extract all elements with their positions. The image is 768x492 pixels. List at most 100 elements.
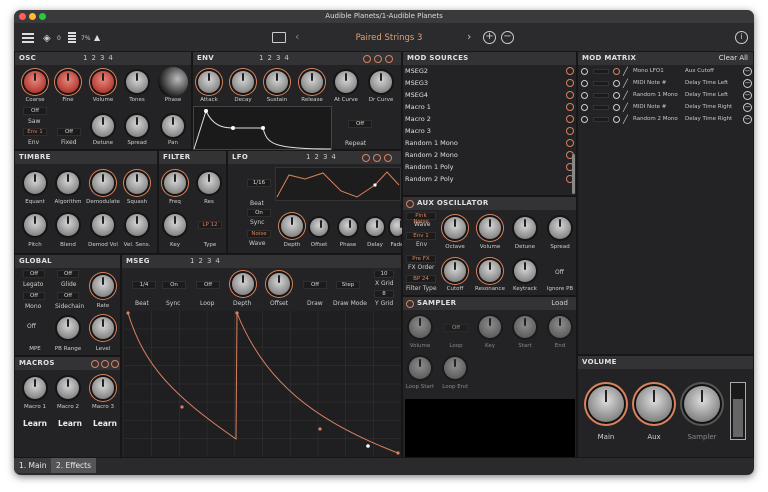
envelope-graph[interactable] [193,106,332,150]
zoom-window-button[interactable] [39,13,46,20]
mod-sources-scrollbar[interactable] [572,154,575,194]
draw-toggle[interactable]: Off [303,281,327,289]
tab-effects[interactable]: 2. Effects [51,458,97,473]
remove-icon[interactable]: − [743,67,752,76]
mseg-tabs[interactable]: 1234 [190,255,224,268]
ignore-pb-value[interactable]: Off [555,269,564,276]
remove-icon[interactable]: − [743,79,752,88]
detune-knob[interactable] [92,115,114,137]
env-tabs[interactable]: 1234 [259,52,293,65]
env-select[interactable]: Env 1 [23,128,47,136]
mod-source-drag-icon[interactable] [566,91,574,99]
amount-slider[interactable] [593,93,609,98]
lfo-slot-icon[interactable] [373,154,381,162]
amount-slider[interactable] [593,69,609,74]
sidechain-toggle[interactable]: Off [57,292,79,300]
add-preset-icon[interactable]: + [483,31,496,44]
list-item[interactable]: Random 1 Poly [405,163,454,171]
blend-knob[interactable] [57,214,79,236]
pb-range-knob[interactable] [57,317,79,339]
mseg-sync-toggle[interactable]: On [162,281,186,289]
sampler-volume-knob[interactable] [409,316,431,338]
mod-source-drag-icon[interactable] [566,67,574,75]
table-row[interactable]: ╱ Random 2 Mono Delay Time Right − [581,115,753,125]
remove-preset-icon[interactable]: − [501,31,514,44]
list-item[interactable]: Random 2 Mono [405,151,458,159]
phase-moon-icon[interactable] [158,67,188,97]
lfo-offset-knob[interactable] [310,218,328,236]
macro-slot-icon[interactable] [91,360,99,368]
mod-sources-list[interactable]: MSEG2 MSEG3 MSEG4 Macro 1 Macro 2 Macro … [403,65,578,197]
mseg-beat-select[interactable]: 1/4 [132,281,156,289]
mseg-depth-knob[interactable] [232,273,254,295]
list-item[interactable]: Macro 2 [405,115,431,123]
osc-off-box[interactable]: Off [23,107,47,115]
link-icon[interactable] [613,92,620,99]
lfo-slot-icon[interactable] [384,154,392,162]
amount-slider[interactable] [593,81,609,86]
spread-knob[interactable] [126,115,148,137]
mod-source-drag-icon[interactable] [566,103,574,111]
link-icon[interactable] [613,68,620,75]
link-icon[interactable] [613,104,620,111]
aux-wave-select[interactable]: Pink Noise [406,212,436,225]
fine-knob[interactable] [57,71,79,93]
mod-source-drag-icon[interactable] [566,139,574,147]
curve-icon[interactable]: ╱ [623,115,628,124]
lfo-waveform[interactable] [275,167,401,201]
info-icon[interactable]: i [735,31,748,44]
remove-icon[interactable]: − [743,91,752,100]
legato-toggle[interactable]: Off [23,270,45,278]
next-preset-button[interactable]: › [467,30,471,43]
curve-icon[interactable]: ╱ [623,67,628,76]
rate-knob[interactable] [92,275,114,297]
sustain-knob[interactable] [266,71,288,93]
macro-slot-icon[interactable] [111,360,119,368]
list-item[interactable]: MSEG3 [405,79,428,87]
algorithm-knob[interactable] [57,172,79,194]
tones-knob[interactable] [126,71,148,93]
saw-label[interactable]: Saw [28,118,40,125]
table-row[interactable]: ╱ Mono LFO1 Aux Cutoff − [581,67,753,77]
pitch-knob[interactable] [24,214,46,236]
remove-icon[interactable]: − [743,103,752,112]
minimize-window-button[interactable] [29,13,36,20]
mod-source-drag-icon[interactable] [566,115,574,123]
sampler-volume-master-knob[interactable] [684,386,720,422]
mpe-value[interactable]: Off [27,323,36,330]
sampler-power-icon[interactable] [406,300,414,308]
env-slot-icon[interactable] [374,55,382,63]
pan-knob[interactable] [162,115,184,137]
learn-2-button[interactable]: Learn [58,419,82,428]
table-row[interactable]: ╱ Random 1 Mono Delay Time Left − [581,91,753,101]
sample-waveform-display[interactable] [405,399,575,457]
amount-slider[interactable] [593,105,609,110]
clear-all-button[interactable]: Clear All [719,52,748,65]
octave-knob[interactable] [444,217,466,239]
preset-name[interactable]: Paired Strings 3 [334,33,444,43]
loop-end-knob[interactable] [444,357,466,379]
learn-1-button[interactable]: Learn [23,419,47,428]
fixed-toggle[interactable]: Off [57,128,81,136]
power-icon[interactable] [581,80,588,87]
demod-vol-knob[interactable] [92,214,114,236]
sampler-end-knob[interactable] [549,316,571,338]
demodulate-knob[interactable] [92,172,114,194]
squash-knob[interactable] [126,172,148,194]
aux-volume-knob[interactable] [479,217,501,239]
mono-toggle[interactable]: Off [23,292,45,300]
lfo-wave-select[interactable]: Noise [247,230,271,238]
lfo-slot-icon[interactable] [362,154,370,162]
aux-volume-master-knob[interactable] [636,386,672,422]
mseg-offset-knob[interactable] [268,273,290,295]
cutoff-knob[interactable] [444,260,466,282]
lfo-phase-knob[interactable] [339,218,357,236]
at-curve-knob[interactable] [335,71,357,93]
warning-icon[interactable]: ▲ [94,33,100,42]
power-icon[interactable] [581,116,588,123]
learn-3-button[interactable]: Learn [93,419,117,428]
aux-detune-knob[interactable] [514,217,536,239]
mseg-graph[interactable] [124,311,401,457]
release-knob[interactable] [301,71,323,93]
sampler-key-knob[interactable] [479,316,501,338]
